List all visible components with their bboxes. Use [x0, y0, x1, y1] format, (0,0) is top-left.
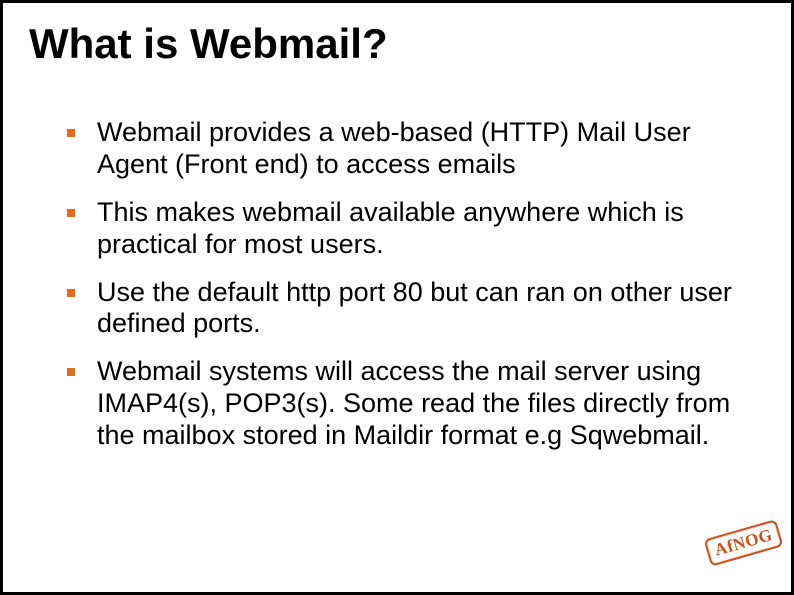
afnog-logo: AfNOG — [704, 522, 779, 586]
slide-content: Webmail provides a web-based (HTTP) Mail… — [61, 117, 751, 452]
bullet-list: Webmail provides a web-based (HTTP) Mail… — [61, 117, 751, 452]
slide: What is Webmail? Webmail provides a web-… — [0, 0, 794, 595]
list-item: Webmail systems will access the mail ser… — [61, 356, 751, 452]
list-item: Use the default http port 80 but can ran… — [61, 277, 751, 341]
logo-text: AfNOG — [704, 519, 784, 567]
list-item: Webmail provides a web-based (HTTP) Mail… — [61, 117, 751, 181]
list-item: This makes webmail available anywhere wh… — [61, 197, 751, 261]
slide-title: What is Webmail? — [29, 21, 791, 67]
